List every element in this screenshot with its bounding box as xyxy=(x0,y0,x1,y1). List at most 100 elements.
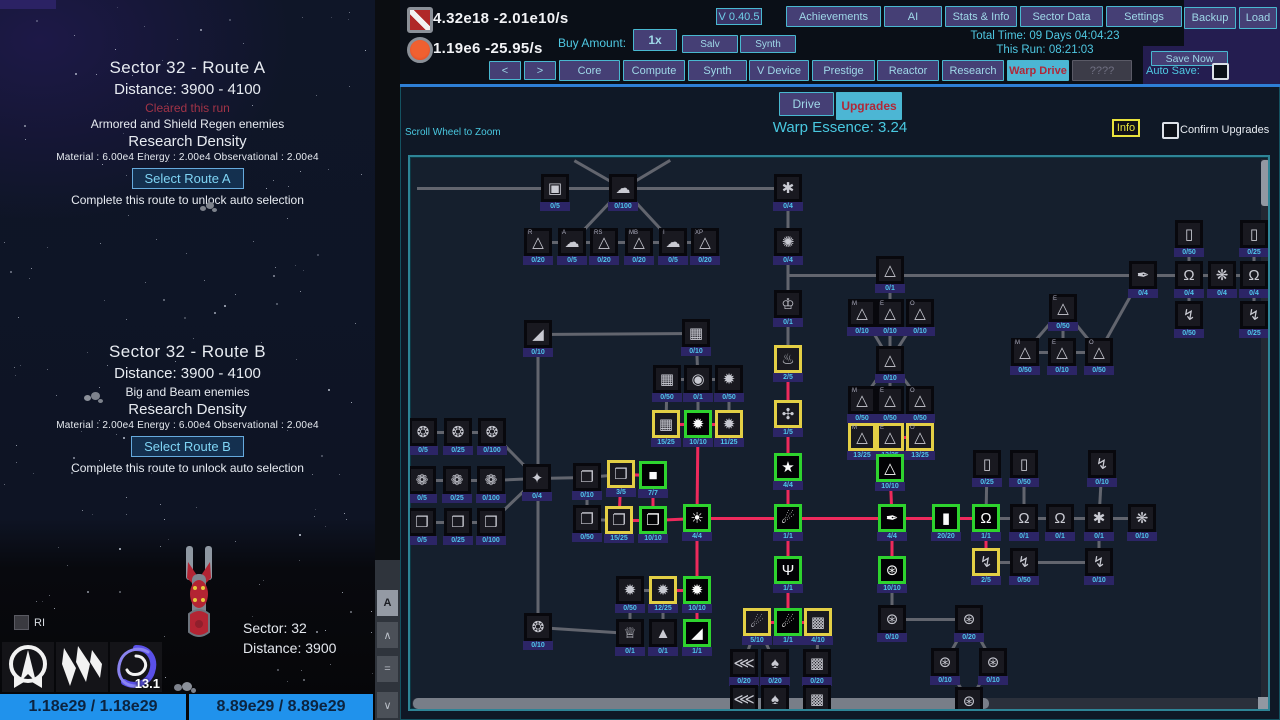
upgrade-node-swirl[interactable]: ✹0/50 xyxy=(616,576,644,613)
upgrade-node-pinwheel[interactable]: ✣1/5 xyxy=(774,400,802,437)
upgrade-node-gear-x[interactable]: ✱0/4 xyxy=(774,174,802,211)
tab-drive[interactable]: Drive xyxy=(779,92,834,116)
synth-currency-button[interactable]: Synth xyxy=(740,35,796,53)
upgrade-node-swirl[interactable]: ✹10/10 xyxy=(683,576,711,613)
upgrade-node-resistor[interactable]: Ω0/4 xyxy=(1240,261,1268,298)
upgrade-node-galaxy[interactable]: ❂0/5 xyxy=(409,418,437,455)
ri-toggle[interactable]: RI xyxy=(14,615,45,630)
tab-v-device[interactable]: V Device xyxy=(749,60,809,81)
upgrade-node-ufo[interactable]: ⊛0/20 xyxy=(955,605,983,642)
upgrade-node-flask[interactable]: △M0/50 xyxy=(1011,338,1039,375)
weapon-slot-claw[interactable] xyxy=(56,642,108,692)
upgrade-tree-canvas[interactable]: ▣0/5☁0/100✱0/4△R0/20☁A0/5△RS0/20△MB0/20☁… xyxy=(408,155,1270,711)
upgrade-node-swirl[interactable]: ✹10/10 xyxy=(684,410,712,447)
achievements-button[interactable]: Achievements xyxy=(786,6,881,27)
upgrade-node-swirl[interactable]: ✹11/25 xyxy=(715,410,743,447)
upgrade-node-cube[interactable]: ❒0/5 xyxy=(408,508,436,545)
upgrade-node-cubes[interactable]: ❐15/25 xyxy=(605,506,633,543)
upgrade-node-gear[interactable]: ✱0/1 xyxy=(1085,504,1113,541)
upgrade-node-galaxy[interactable]: ❂0/10 xyxy=(524,613,552,650)
ability-slot-spiral[interactable]: 13.1 xyxy=(110,642,162,692)
upgrade-node-drop[interactable]: ♠0/25 xyxy=(761,685,789,711)
upgrade-node-flask[interactable]: △E0/50 xyxy=(876,386,904,423)
upgrade-node-cubes[interactable]: ❐0/10 xyxy=(573,463,601,500)
upgrade-node-starburst[interactable]: ✺0/4 xyxy=(774,228,802,265)
tab-compute[interactable]: Compute xyxy=(623,60,685,81)
buy-amount-button[interactable]: 1x xyxy=(633,29,677,51)
upgrade-node-cube-plus[interactable]: ❒3/5 xyxy=(607,460,635,497)
upgrade-node-storm[interactable]: ❁0/5 xyxy=(408,466,436,503)
stats-info-button[interactable]: Stats & Info xyxy=(945,6,1017,27)
upgrade-node-resistor[interactable]: Ω0/1 xyxy=(1010,504,1038,541)
upgrade-node-lightning[interactable]: ↯2/5 xyxy=(972,548,1000,585)
upgrade-node-lightning[interactable]: ↯0/10 xyxy=(1088,450,1116,487)
upgrade-node-eye[interactable]: ◉0/1 xyxy=(684,365,712,402)
upgrade-node-swirl[interactable]: ✹12/25 xyxy=(649,576,677,613)
strip-button-a[interactable]: A xyxy=(377,590,398,616)
upgrade-node-comet[interactable]: ☄5/10 xyxy=(743,608,771,645)
upgrade-node-badge[interactable]: ▣0/5 xyxy=(541,174,569,211)
tab-upgrades[interactable]: Upgrades xyxy=(836,92,902,120)
upgrade-node-circuit[interactable]: ▦0/10 xyxy=(682,319,710,356)
upgrade-node-cube[interactable]: ❒0/100 xyxy=(477,508,505,545)
upgrade-node-comet[interactable]: ☄1/1 xyxy=(774,608,802,645)
upgrade-node-cubes[interactable]: ❐10/10 xyxy=(639,506,667,543)
upgrade-node-lightning[interactable]: ↯0/50 xyxy=(1175,301,1203,338)
upgrade-node-galaxy[interactable]: ❂0/25 xyxy=(444,418,472,455)
upgrade-node-net[interactable]: ❋0/10 xyxy=(1128,504,1156,541)
upgrade-node-circuit[interactable]: ▦15/25 xyxy=(652,410,680,447)
upgrade-node-drop[interactable]: ♠0/20 xyxy=(761,649,789,686)
tab-core[interactable]: Core xyxy=(559,60,620,81)
upgrade-node-resistor[interactable]: Ω1/1 xyxy=(972,504,1000,541)
horizontal-scrollbar-thumb[interactable] xyxy=(413,698,989,709)
upgrade-node-chart-up[interactable]: ◢1/1 xyxy=(683,619,711,656)
upgrade-node-mesh-shield[interactable]: ▩0/25 xyxy=(803,685,831,711)
upgrade-node-ufo[interactable]: ⊛10/10 xyxy=(878,556,906,593)
select-route-a-button[interactable]: Select Route A xyxy=(132,168,244,189)
upgrade-node-mesh-shield[interactable]: ▩4/10 xyxy=(804,608,832,645)
backup-button[interactable]: Backup xyxy=(1184,7,1236,29)
upgrade-node-swirl[interactable]: ✹0/50 xyxy=(715,365,743,402)
info-button[interactable]: Info xyxy=(1112,119,1140,137)
strip-button-down[interactable]: ∨ xyxy=(377,692,398,718)
upgrade-node-bar-chart[interactable]: ◢0/10 xyxy=(524,320,552,357)
upgrade-node-battery[interactable]: ▯0/25 xyxy=(1240,220,1268,257)
tab-synth[interactable]: Synth xyxy=(688,60,747,81)
upgrade-node-claw[interactable]: ⋘0/20 xyxy=(730,649,758,686)
select-route-b-button[interactable]: Select Route B xyxy=(131,436,244,457)
upgrade-node-resistor[interactable]: Ω0/4 xyxy=(1175,261,1203,298)
confirm-upgrades-checkbox[interactable] xyxy=(1162,122,1179,139)
upgrade-node-flask[interactable]: △R0/20 xyxy=(524,228,552,265)
upgrade-node-flask[interactable]: △E0/50 xyxy=(1049,294,1077,331)
tab-warp-drive[interactable]: Warp Drive xyxy=(1007,60,1069,81)
upgrade-node-flask[interactable]: △E0/10 xyxy=(1048,338,1076,375)
upgrade-node-ufo[interactable]: ⊛0/10 xyxy=(878,605,906,642)
upgrade-node-flask[interactable]: △10/10 xyxy=(876,454,904,491)
upgrade-node-ufo[interactable]: ⊛0/10 xyxy=(955,687,983,711)
upgrade-node-flask[interactable]: △0/10 xyxy=(876,346,904,383)
upgrade-node-sun-gear[interactable]: ☀4/4 xyxy=(683,504,711,541)
upgrade-node-crown[interactable]: ♔0/1 xyxy=(774,290,802,327)
upgrade-node-brain[interactable]: ☁I0/5 xyxy=(659,228,687,265)
upgrade-node-flask[interactable]: △RS0/20 xyxy=(590,228,618,265)
upgrade-node-flask[interactable]: △M0/50 xyxy=(848,386,876,423)
strip-button-up[interactable]: ∧ xyxy=(377,622,398,648)
upgrade-node-claw-hit[interactable]: ✒4/4 xyxy=(878,504,906,541)
upgrade-node-lightning[interactable]: ↯0/10 xyxy=(1085,548,1113,585)
upgrade-node-battery[interactable]: ▯0/50 xyxy=(1175,220,1203,257)
settings-button[interactable]: Settings xyxy=(1106,6,1182,27)
upgrade-node-flask[interactable]: △M13/25 xyxy=(848,423,876,460)
tab-prev-button[interactable]: < xyxy=(489,61,521,80)
upgrade-node-hub[interactable]: ✦0/4 xyxy=(523,464,551,501)
upgrade-node-feather[interactable]: ✒0/4 xyxy=(1129,261,1157,298)
upgrade-node-battery[interactable]: ▯0/50 xyxy=(1010,450,1038,487)
upgrade-node-flask[interactable]: △0/1 xyxy=(876,256,904,293)
upgrade-node-flask[interactable]: △M0/10 xyxy=(848,299,876,336)
upgrade-node-lightning[interactable]: ↯0/50 xyxy=(1010,548,1038,585)
upgrade-node-ufo[interactable]: ⊛0/10 xyxy=(979,648,1007,685)
upgrade-node-jellyfish[interactable]: Ψ1/1 xyxy=(774,556,802,593)
upgrade-node-battery[interactable]: ▮20/20 xyxy=(932,504,960,541)
upgrade-node-cubes[interactable]: ❐0/50 xyxy=(573,505,601,542)
upgrade-node-storm[interactable]: ❁0/25 xyxy=(443,466,471,503)
upgrade-node-flask[interactable]: △O0/50 xyxy=(1085,338,1113,375)
